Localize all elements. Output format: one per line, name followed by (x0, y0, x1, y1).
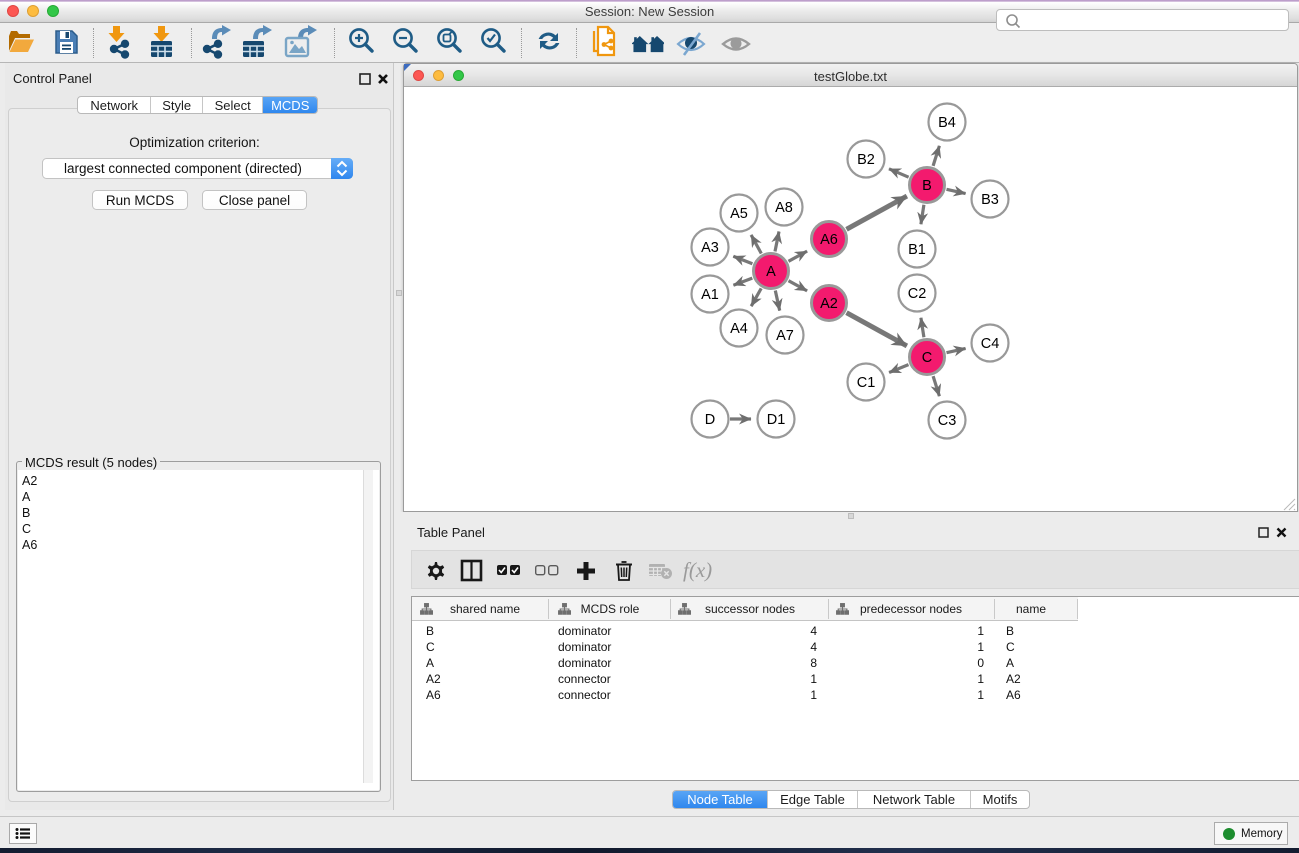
svg-text:D: D (705, 412, 715, 428)
svg-text:A8: A8 (775, 200, 793, 216)
svg-text:C3: C3 (938, 413, 957, 429)
svg-text:C: C (922, 350, 932, 366)
svg-text:C2: C2 (908, 286, 927, 302)
svg-text:A5: A5 (730, 206, 748, 222)
svg-text:B3: B3 (981, 192, 999, 208)
svg-text:A6: A6 (820, 232, 838, 248)
svg-text:A3: A3 (701, 240, 719, 256)
svg-text:C4: C4 (981, 336, 1000, 352)
svg-text:B1: B1 (908, 242, 926, 258)
svg-text:B2: B2 (857, 152, 875, 168)
svg-text:A: A (766, 264, 776, 280)
svg-text:A2: A2 (820, 296, 838, 312)
svg-text:A7: A7 (776, 328, 794, 344)
svg-text:C1: C1 (857, 375, 876, 391)
svg-text:A4: A4 (730, 321, 748, 337)
svg-text:A1: A1 (701, 287, 719, 303)
svg-text:B4: B4 (938, 115, 956, 131)
svg-text:D1: D1 (767, 412, 786, 428)
svg-text:B: B (922, 178, 932, 194)
